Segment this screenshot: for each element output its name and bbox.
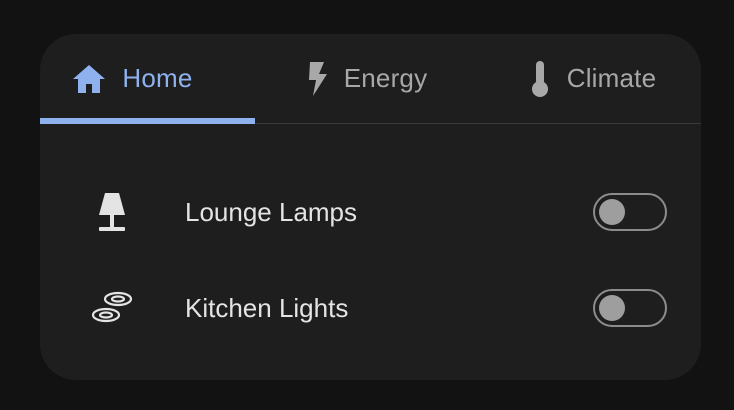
device-name: Lounge Lamps xyxy=(185,196,358,227)
kitchen-lights-toggle[interactable] xyxy=(593,289,667,327)
table-lamp-icon xyxy=(88,188,136,236)
tab-energy-label: Energy xyxy=(343,63,428,93)
lounge-lamps-toggle[interactable] xyxy=(593,193,667,231)
thermometer-icon xyxy=(529,60,551,98)
device-row-kitchen-lights: Kitchen Lights xyxy=(40,278,701,338)
active-tab-indicator xyxy=(40,118,255,124)
area-card: Home Energy Climate Lounge Lamps Kitchen… xyxy=(40,34,701,380)
ceiling-lights-icon xyxy=(88,284,136,332)
device-name: Kitchen Lights xyxy=(185,292,349,323)
tab-climate-label: Climate xyxy=(566,63,657,93)
toggle-knob xyxy=(599,199,625,225)
tab-climate[interactable]: Climate xyxy=(470,34,685,123)
toggle-knob xyxy=(599,295,625,321)
tab-home-label: Home xyxy=(122,63,193,93)
tab-energy[interactable]: Energy xyxy=(255,34,470,123)
home-icon xyxy=(72,64,106,94)
lightning-bolt-icon xyxy=(306,61,328,97)
tab-bar: Home Energy Climate xyxy=(40,34,701,124)
tab-home[interactable]: Home xyxy=(40,34,255,124)
device-row-lounge-lamps: Lounge Lamps xyxy=(40,182,701,242)
